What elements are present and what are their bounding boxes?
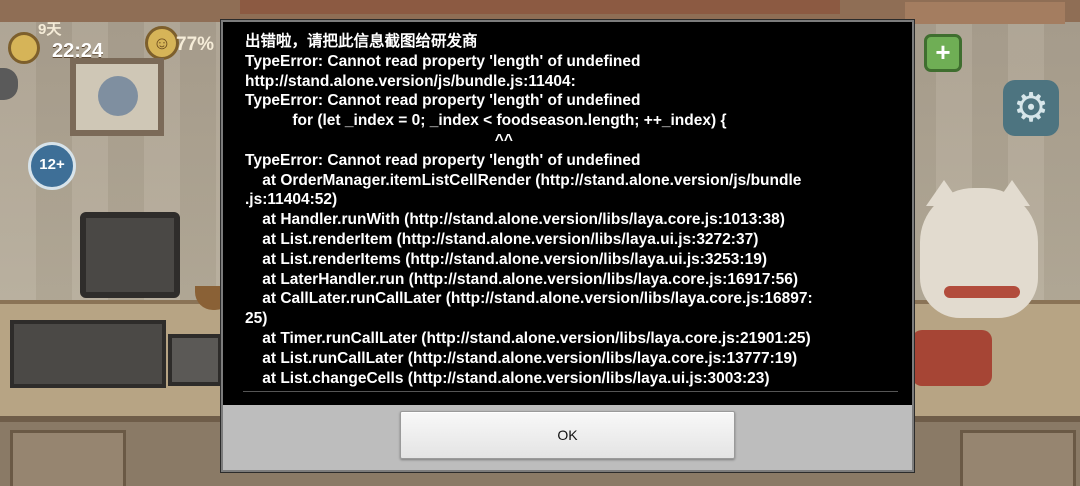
cash-register[interactable] xyxy=(10,320,166,388)
error-message: 出错啦，请把此信息截图给研发商 TypeError: Cannot read p… xyxy=(223,22,912,388)
error-message-line: at List.renderItem (http://stand.alone.v… xyxy=(245,230,759,248)
error-message-line: at OrderManager.itemListCellRender (http… xyxy=(245,171,802,189)
ok-button[interactable]: OK xyxy=(400,411,735,459)
floor-panel xyxy=(960,430,1076,486)
error-message-line: http://stand.alone.version/js/bundle.js:… xyxy=(245,72,576,90)
satisfaction-percent: 77% xyxy=(176,34,215,55)
error-message-line: .js:11404:52) xyxy=(245,191,338,209)
moon-icon xyxy=(8,32,40,64)
error-message-area: 出错啦，请把此信息截图给研发商 TypeError: Cannot read p… xyxy=(223,22,912,405)
receipt-printer xyxy=(168,334,222,386)
error-message-line: 25) xyxy=(245,310,268,328)
error-message-line: at List.renderItems (http://stand.alone.… xyxy=(245,250,767,268)
divider xyxy=(243,391,898,392)
plus-icon[interactable]: + xyxy=(924,34,962,72)
error-message-line: TypeError: Cannot read property 'length'… xyxy=(245,151,641,169)
error-message-line: at List.runCallLater (http://stand.alone… xyxy=(245,349,798,367)
error-message-line: at Timer.runCallLater (http://stand.alon… xyxy=(245,329,811,347)
error-dialog: 出错啦，请把此信息截图给研发商 TypeError: Cannot read p… xyxy=(221,20,914,472)
error-message-line: for (let _index = 0; _index < foodseason… xyxy=(245,112,727,130)
cat-cushion xyxy=(912,330,992,386)
cash-register-screen xyxy=(80,212,180,298)
window-frame xyxy=(905,2,1065,24)
error-message-line: at Handler.runWith (http://stand.alone.v… xyxy=(245,211,785,229)
day-counter: 9天 xyxy=(38,21,62,38)
gear-icon[interactable]: ⚙ xyxy=(1003,80,1059,136)
lucky-cat xyxy=(920,188,1038,318)
error-message-line: ^^ xyxy=(245,131,513,149)
error-message-line: at CallLater.runCallLater (http://stand.… xyxy=(245,290,813,308)
wall-poster xyxy=(70,58,164,136)
shop-awning xyxy=(240,0,840,14)
cat-collar xyxy=(944,286,1020,298)
error-message-line: TypeError: Cannot read property 'length'… xyxy=(245,52,641,70)
error-message-line: at LaterHandler.run (http://stand.alone.… xyxy=(245,270,799,288)
dialog-button-bar: OK xyxy=(223,405,912,470)
smile-icon: ☺ xyxy=(145,26,179,60)
error-message-line: 出错啦，请把此信息截图给研发商 xyxy=(245,33,478,50)
age-rating-badge: 12+ xyxy=(28,142,76,190)
floor-panel xyxy=(10,430,126,486)
error-message-line: at List.changeCells (http://stand.alone.… xyxy=(245,369,770,387)
error-message-line: TypeError: Cannot read property 'length'… xyxy=(245,92,641,110)
fish-picture xyxy=(98,76,138,116)
